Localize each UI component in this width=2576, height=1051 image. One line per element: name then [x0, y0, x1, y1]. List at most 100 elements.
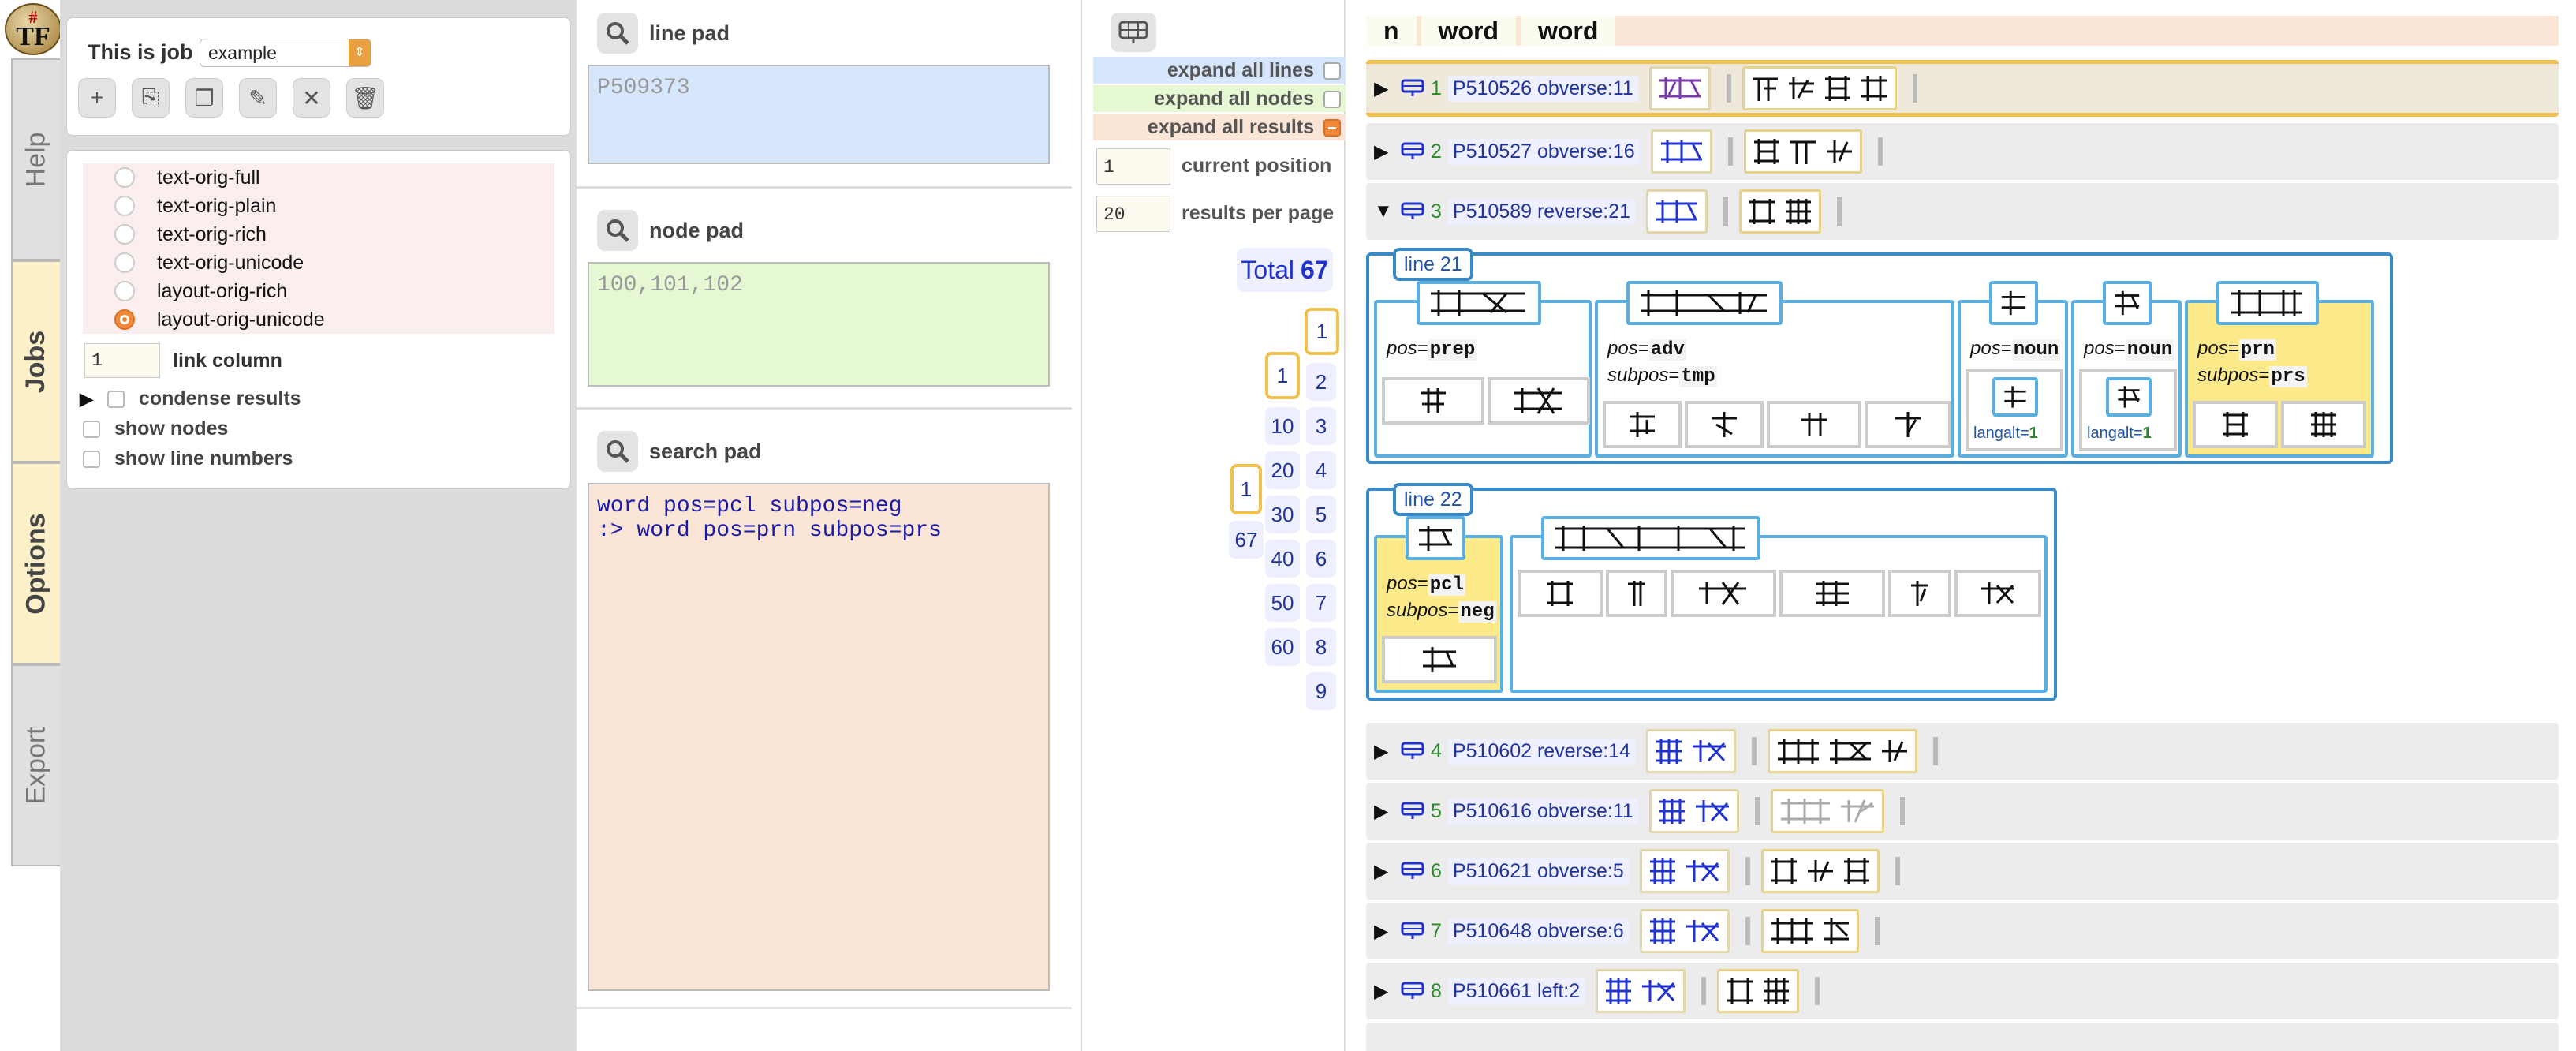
result-reference[interactable]: P510616 obverse:11 — [1447, 798, 1638, 825]
sign-node[interactable] — [1518, 570, 1603, 617]
grid-icon[interactable] — [1401, 982, 1424, 1001]
page-button[interactable]: 1 — [1305, 308, 1339, 355]
page-button[interactable]: 20 — [1265, 451, 1300, 489]
result-reference[interactable]: P510621 obverse:5 — [1447, 858, 1629, 885]
page-button[interactable]: 67 — [1229, 521, 1264, 559]
page-button[interactable]: 10 — [1265, 407, 1300, 445]
job-select[interactable]: example ⇕ — [200, 39, 371, 67]
radio-button[interactable] — [114, 196, 135, 216]
tab-help[interactable]: Help — [11, 58, 60, 260]
cuneiform-word[interactable] — [1646, 189, 1708, 234]
cuneiform-word[interactable] — [1648, 789, 1739, 833]
expand-triangle-icon[interactable]: ▶ — [1374, 77, 1401, 100]
word-signs[interactable] — [1417, 281, 1541, 325]
cuneiform-word[interactable] — [1646, 729, 1737, 773]
result-row[interactable]: ▶ 5 P510616 obverse:11 — [1366, 783, 2559, 840]
expand-triangle-icon[interactable]: ▶ — [1374, 740, 1401, 763]
grid-icon[interactable] — [1401, 802, 1424, 821]
expand-all-lines[interactable]: expand all lines — [1093, 57, 1346, 84]
radio-button[interactable] — [114, 224, 135, 245]
tab-export[interactable]: Export — [11, 664, 60, 866]
sign-node[interactable] — [1488, 377, 1590, 425]
grid-icon[interactable] — [1401, 862, 1424, 881]
delete-job-button[interactable]: 🗑 — [346, 78, 384, 118]
word-signs[interactable] — [2103, 281, 2152, 325]
page-button[interactable]: 5 — [1306, 496, 1336, 533]
sign-node[interactable] — [1685, 401, 1764, 448]
expand-lines-checkbox[interactable] — [1323, 62, 1341, 80]
grid-icon[interactable] — [1401, 202, 1424, 221]
sign-node[interactable] — [1954, 570, 2041, 617]
cuneiform-word[interactable] — [1596, 969, 1686, 1013]
page-button[interactable]: 2 — [1306, 363, 1336, 401]
link-column-input[interactable]: 1 — [84, 343, 160, 378]
radio-button-selected[interactable] — [114, 309, 135, 330]
result-reference[interactable]: P510602 reverse:14 — [1447, 738, 1636, 765]
radio-button[interactable] — [114, 167, 135, 188]
page-button[interactable]: 7 — [1306, 584, 1336, 622]
expand-triangle-icon[interactable]: ▶ — [1374, 140, 1401, 163]
result-reference[interactable]: P510526 obverse:11 — [1447, 75, 1638, 102]
sign-glyph[interactable] — [1992, 377, 2038, 417]
show-nodes-checkbox[interactable] — [83, 420, 100, 438]
page-button[interactable]: 1 — [1230, 464, 1262, 514]
line-label[interactable]: line 22 — [1393, 483, 1473, 516]
expand-triangle-icon[interactable]: ▶ — [1374, 860, 1401, 883]
cuneiform-word[interactable] — [1770, 789, 1884, 833]
expand-triangle-icon[interactable]: ▶ — [1374, 980, 1401, 1003]
word-node[interactable]: pos=noun langalt=1 — [2071, 281, 2182, 458]
expand-all-results[interactable]: expand all results — [1093, 114, 1346, 140]
tab-options[interactable]: Options — [11, 462, 60, 664]
sign-node[interactable] — [1671, 570, 1776, 617]
cuneiform-word[interactable] — [1639, 909, 1730, 953]
sign-node[interactable] — [1767, 401, 1861, 448]
condense-checkbox[interactable] — [106, 390, 125, 408]
duplicate-job-button[interactable]: ❐ — [185, 78, 223, 118]
node-pad-input[interactable]: 100,101,102 — [588, 262, 1050, 387]
sign-node[interactable] — [1779, 570, 1885, 617]
expand-triangle-icon[interactable]: ▶ — [1374, 800, 1401, 823]
result-row[interactable]: ▶ 2 P510527 obverse:16 — [1366, 123, 2559, 180]
format-option[interactable]: text-orig-rich — [83, 220, 554, 249]
import-job-button[interactable]: ⎘ — [132, 78, 170, 118]
expand-nodes-checkbox[interactable] — [1323, 91, 1341, 108]
sign-node[interactable] — [1603, 401, 1682, 448]
word-signs[interactable] — [1406, 516, 1465, 560]
sign-node[interactable] — [1606, 570, 1667, 617]
word-signs[interactable] — [2216, 281, 2319, 325]
result-reference[interactable]: P510527 obverse:16 — [1447, 138, 1640, 165]
word-node-highlighted[interactable]: pos=pcl subpos=neg — [1374, 516, 1503, 693]
cuneiform-word[interactable] — [1739, 189, 1822, 234]
sign-node[interactable] — [1865, 401, 1951, 448]
word-node[interactable]: pos=noun langalt=1 — [1958, 281, 2068, 458]
result-reference[interactable]: P510661 left:2 — [1447, 978, 1585, 1004]
search-icon[interactable] — [597, 13, 638, 54]
collapse-triangle-icon[interactable]: ▼ — [1374, 200, 1401, 223]
line-label[interactable]: line 21 — [1393, 248, 1473, 281]
word-node[interactable] — [1510, 516, 2048, 693]
page-button[interactable]: 9 — [1306, 672, 1336, 710]
page-button[interactable]: 30 — [1265, 496, 1300, 533]
page-button[interactable]: 40 — [1265, 540, 1300, 578]
radio-button[interactable] — [114, 281, 135, 301]
word-signs[interactable] — [1989, 281, 2038, 325]
format-option[interactable]: layout-orig-rich — [83, 277, 554, 305]
sign-node[interactable] — [2193, 401, 2278, 448]
cuneiform-word[interactable] — [1639, 849, 1730, 893]
search-pad-input[interactable]: word pos=pcl subpos=neg :> word pos=prn … — [588, 483, 1050, 991]
result-row[interactable]: ▶ 7 P510648 obverse:6 — [1366, 903, 2559, 959]
search-icon[interactable] — [597, 431, 638, 472]
grid-icon[interactable] — [1401, 79, 1424, 98]
cuneiform-word[interactable] — [1648, 66, 1711, 110]
search-icon[interactable] — [597, 210, 638, 251]
format-option[interactable]: text-orig-full — [83, 163, 554, 192]
page-button[interactable]: 50 — [1265, 584, 1300, 622]
page-button[interactable]: 3 — [1306, 407, 1336, 445]
result-row-partial[interactable] — [1366, 1023, 2559, 1051]
sign-glyph[interactable] — [2106, 377, 2152, 417]
expand-results-checkbox[interactable] — [1323, 119, 1341, 137]
tab-jobs[interactable]: Jobs — [11, 260, 60, 462]
cuneiform-word[interactable] — [1717, 969, 1800, 1013]
format-option[interactable]: text-orig-plain — [83, 192, 554, 220]
rename-job-button[interactable]: ✎ — [239, 78, 277, 118]
